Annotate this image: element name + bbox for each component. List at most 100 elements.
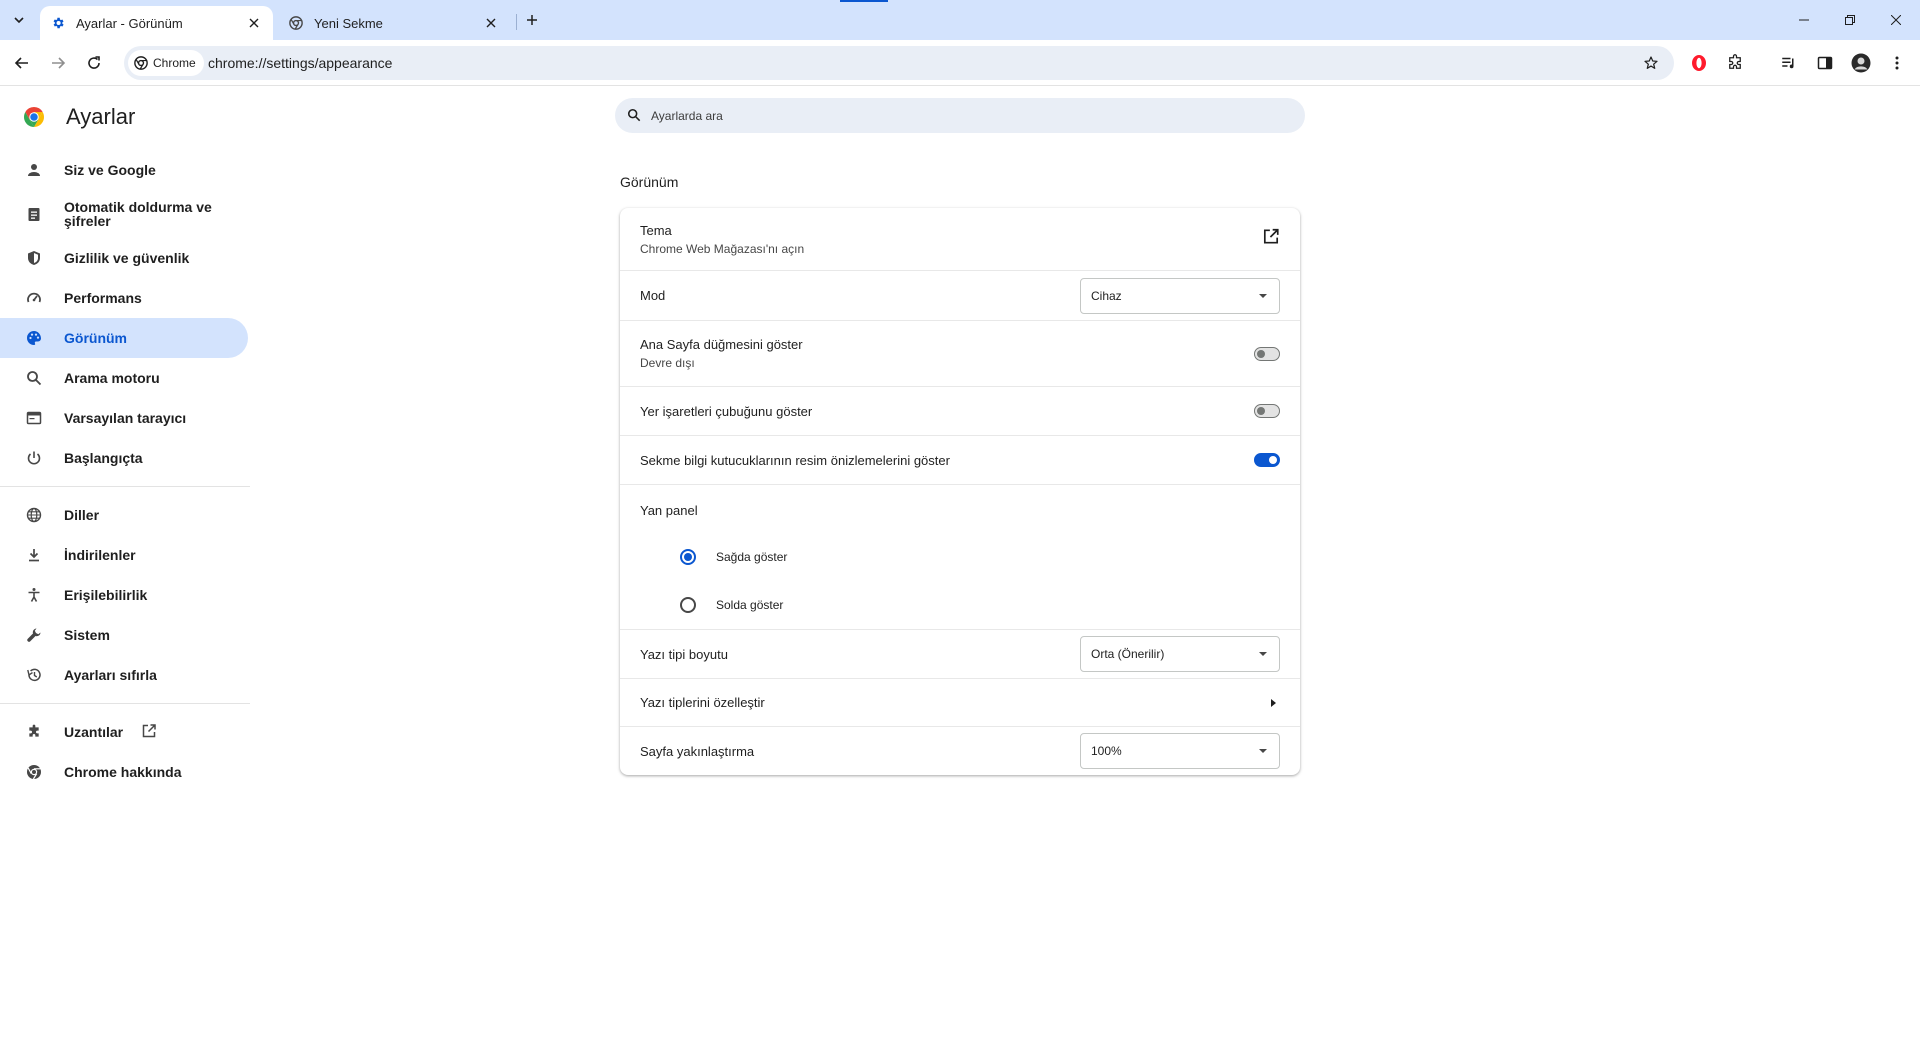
avatar	[1851, 53, 1871, 73]
sidebar-item-label: Performans	[64, 290, 142, 306]
close-icon[interactable]	[482, 14, 500, 32]
hover-previews-row[interactable]: Sekme bilgi kutucuklarının resim önizlem…	[620, 435, 1300, 484]
close-icon[interactable]	[245, 14, 263, 32]
sidebar-item-appearance[interactable]: Görünüm	[0, 318, 248, 358]
plus-icon	[527, 15, 537, 25]
sidebar-item-reset-settings[interactable]: Ayarları sıfırla	[0, 655, 248, 695]
new-tab-button[interactable]	[520, 8, 544, 32]
back-button[interactable]	[8, 49, 36, 77]
font-size-row: Yazı tipi boyutu Orta (Önerilir)	[620, 629, 1300, 678]
divider	[0, 486, 250, 487]
appearance-card: Tema Chrome Web Mağazası'nı açın Mod Cih…	[620, 208, 1300, 775]
tab-new-tab[interactable]: Yeni Sekme	[278, 6, 510, 40]
mode-select[interactable]: Cihaz	[1080, 277, 1280, 314]
browser-window-icon	[24, 408, 44, 428]
side-panel-button[interactable]	[1811, 49, 1839, 77]
opera-logo-icon	[1692, 55, 1706, 71]
hover-previews-toggle[interactable]	[1254, 453, 1280, 467]
sidebar-item-autofill[interactable]: Otomatik doldurma ve şifreler	[0, 190, 248, 238]
tab-separator	[516, 14, 517, 30]
open-in-new-icon[interactable]	[1262, 228, 1280, 251]
home-button-row[interactable]: Ana Sayfa düğmesini göster Devre dışı	[620, 320, 1300, 386]
sidebar-item-you-and-google[interactable]: Siz ve Google	[0, 150, 248, 190]
sidebar-item-downloads[interactable]: İndirilenler	[0, 535, 248, 575]
wrench-icon	[24, 625, 44, 645]
bookmarks-bar-row[interactable]: Yer işaretleri çubuğunu göster	[620, 386, 1300, 435]
chrome-logo-icon	[24, 107, 44, 127]
sidebar-item-about-chrome[interactable]: Chrome hakkında	[0, 752, 248, 792]
theme-sub: Chrome Web Mağazası'nı açın	[640, 241, 805, 256]
tab-settings[interactable]: Ayarlar - Görünüm	[40, 6, 273, 40]
sidebar-item-search-engine[interactable]: Arama motoru	[0, 358, 248, 398]
page-zoom-select[interactable]: 100%	[1080, 733, 1280, 769]
sidebar-item-label: Chrome hakkında	[64, 764, 182, 780]
site-info-chip[interactable]: Chrome	[128, 50, 204, 76]
radio-button[interactable]	[680, 597, 696, 613]
font-size-select-value: Orta (Önerilir)	[1091, 647, 1165, 661]
reload-button[interactable]	[80, 49, 108, 77]
opera-extension-button[interactable]	[1685, 49, 1713, 77]
close-window-button[interactable]	[1873, 0, 1919, 40]
side-panel-left-label: Solda göster	[716, 598, 784, 612]
chip-label: Chrome	[153, 56, 196, 70]
profile-button[interactable]	[1847, 49, 1875, 77]
search-icon	[627, 108, 643, 124]
extensions-button[interactable]	[1721, 49, 1749, 77]
sidebar-item-system[interactable]: Sistem	[0, 615, 248, 655]
home-button-toggle[interactable]	[1254, 346, 1280, 361]
font-size-select[interactable]: Orta (Önerilir)	[1080, 636, 1280, 672]
more-vert-icon	[1895, 56, 1899, 70]
customize-fonts-row[interactable]: Yazı tiplerini özelleştir	[620, 678, 1300, 726]
shield-icon	[24, 248, 44, 268]
mode-label: Mod	[640, 288, 666, 303]
clipboard-icon	[24, 204, 44, 224]
restore-icon	[1845, 15, 1855, 25]
side-panel-right-option[interactable]: Sağda göster	[680, 549, 787, 565]
toggle-knob	[1257, 349, 1265, 358]
chevron-down-icon	[14, 17, 24, 24]
sidebar-item-label: Gizlilik ve güvenlik	[64, 250, 190, 266]
chrome-icon	[134, 56, 148, 70]
page-zoom-row: Sayfa yakınlaştırma 100%	[620, 726, 1300, 775]
url-text[interactable]: chrome://settings/appearance	[208, 55, 392, 71]
chrome-menu-button[interactable]	[1883, 49, 1911, 77]
puzzle-icon	[1729, 54, 1741, 69]
theme-row[interactable]: Tema Chrome Web Mağazası'nı açın	[620, 208, 1300, 270]
settings-search[interactable]	[615, 98, 1305, 133]
side-panel-left-option[interactable]: Solda göster	[680, 597, 783, 613]
tab-title: Ayarlar - Görünüm	[76, 15, 183, 31]
tab-title: Yeni Sekme	[314, 15, 383, 31]
toggle-knob	[1257, 407, 1265, 415]
tab-search-button[interactable]	[7, 8, 31, 32]
bookmark-star-icon[interactable]	[1640, 52, 1662, 74]
sidebar-item-label: Uzantılar	[64, 724, 124, 740]
media-controls-button[interactable]	[1775, 49, 1803, 77]
toolbar: Chrome chrome://settings/appearance	[0, 40, 1920, 86]
sidebar-item-default-browser[interactable]: Varsayılan tarayıcı	[0, 398, 248, 438]
sidebar-item-label: Sistem	[64, 627, 110, 643]
bookmarks-bar-toggle[interactable]	[1254, 404, 1280, 418]
radio-button[interactable]	[680, 549, 696, 565]
bookmarks-bar-label: Yer işaretleri çubuğunu göster	[640, 403, 813, 419]
sidebar-item-languages[interactable]: Diller	[0, 495, 248, 535]
arrow-right-icon	[1271, 698, 1276, 707]
minimize-button[interactable]	[1781, 0, 1827, 40]
sidebar-item-privacy[interactable]: Gizlilik ve güvenlik	[0, 238, 248, 278]
sidebar-item-accessibility[interactable]: Erişilebilirlik	[0, 575, 248, 615]
forward-button[interactable]	[44, 49, 72, 77]
speedometer-icon	[24, 288, 44, 308]
address-bar[interactable]: Chrome chrome://settings/appearance	[124, 46, 1674, 80]
font-size-label: Yazı tipi boyutu	[640, 646, 728, 662]
search-input[interactable]	[651, 108, 1271, 123]
side-panel-icon	[1817, 56, 1833, 70]
sidebar-item-extensions[interactable]: Uzantılar	[0, 712, 248, 752]
restore-button[interactable]	[1827, 0, 1873, 40]
sidebar-nav: Siz ve Google Otomatik doldurma ve şifre…	[0, 150, 250, 792]
customize-fonts-label: Yazı tiplerini özelleştir	[640, 695, 765, 710]
sidebar-item-on-startup[interactable]: Başlangıçta	[0, 438, 248, 478]
caret-down-icon	[1259, 749, 1267, 753]
accessibility-icon	[24, 585, 44, 605]
chrome-icon	[288, 15, 304, 31]
page-zoom-label: Sayfa yakınlaştırma	[640, 743, 755, 759]
sidebar-item-performance[interactable]: Performans	[0, 278, 248, 318]
